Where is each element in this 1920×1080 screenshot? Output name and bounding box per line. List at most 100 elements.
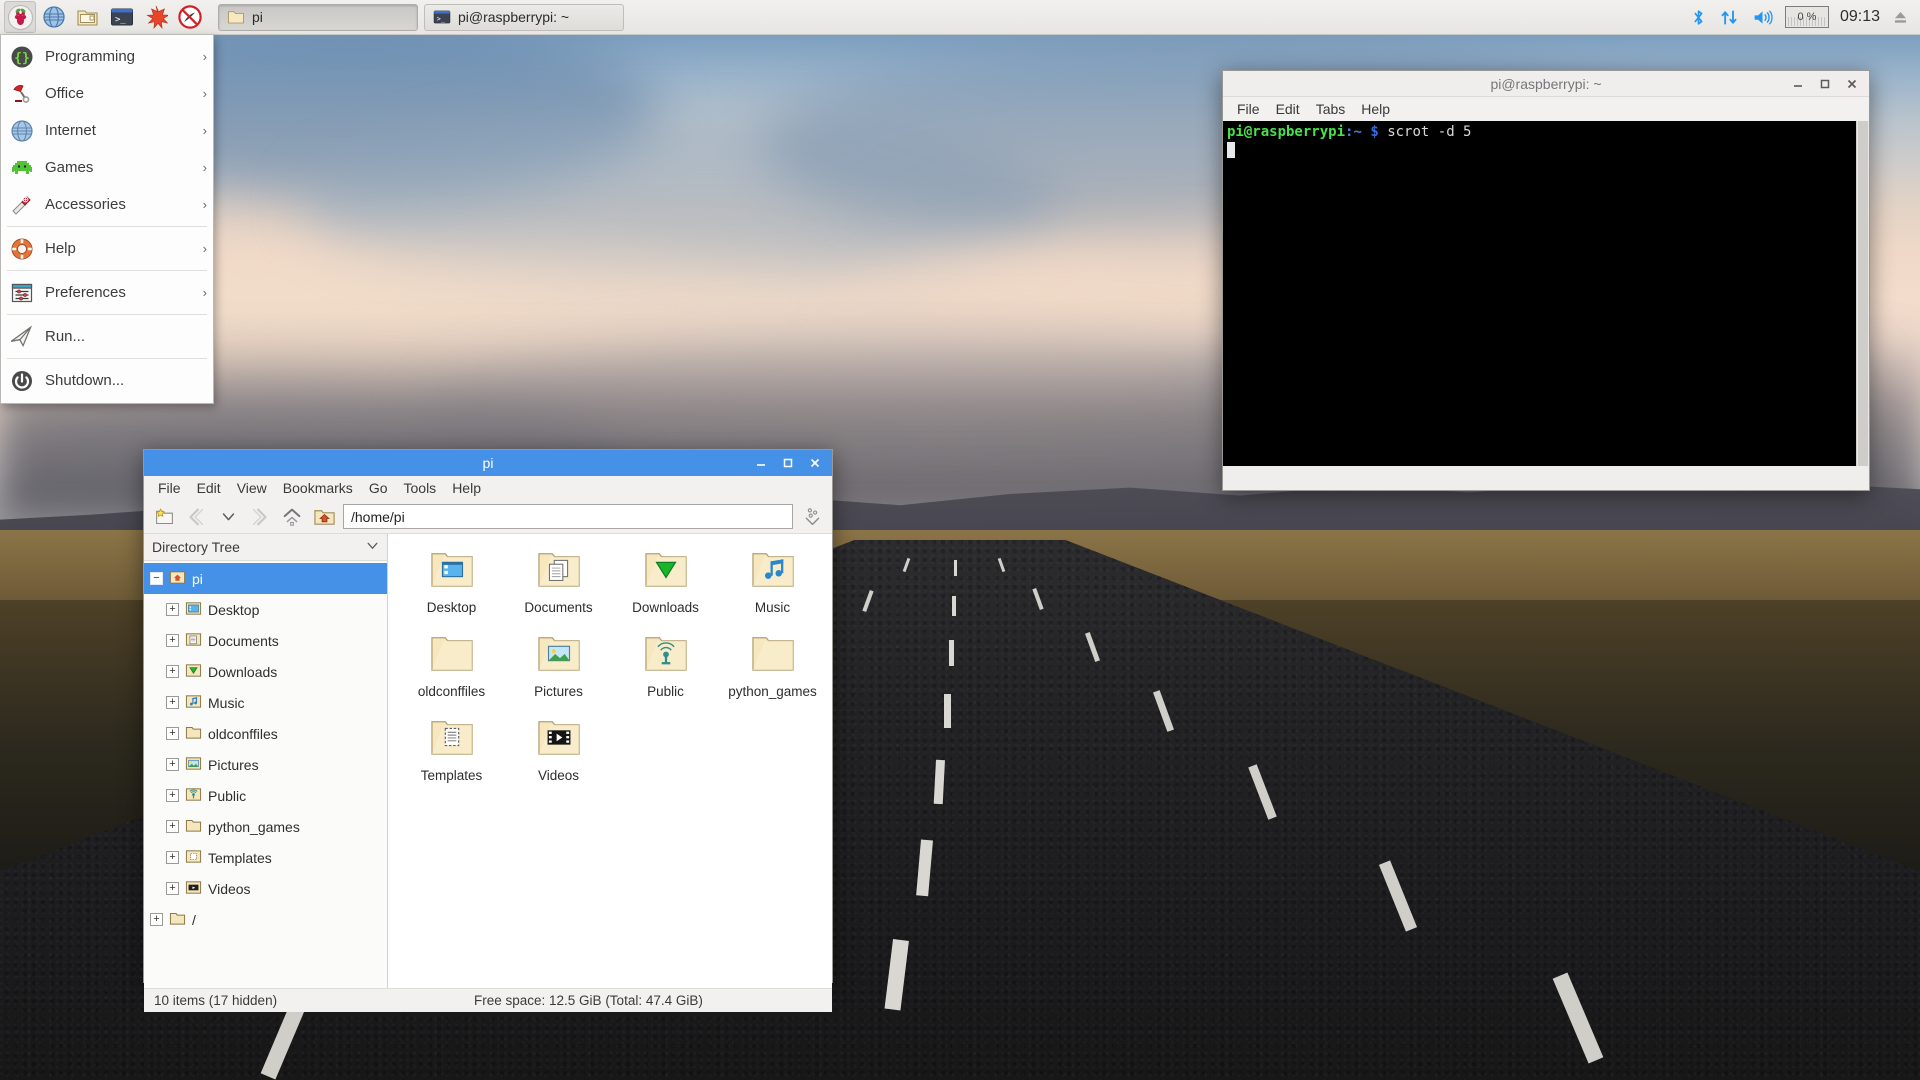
file-item-label: python_games xyxy=(728,684,817,699)
path-input[interactable]: /home/pi xyxy=(343,504,793,529)
file-item-desktop[interactable]: Desktop xyxy=(398,546,505,630)
tree-item-oldconffiles[interactable]: + oldconffiles xyxy=(144,718,387,749)
maximize-button[interactable] xyxy=(781,456,795,470)
status-item-count: 10 items (17 hidden) xyxy=(154,993,278,1008)
history-dropdown-icon[interactable] xyxy=(215,504,241,530)
go-up-icon[interactable] xyxy=(279,504,305,530)
tree-item-music[interactable]: + Music xyxy=(144,687,387,718)
tree-item-pi[interactable]: − pi xyxy=(144,563,387,594)
tree-item-pictures[interactable]: + Pictures xyxy=(144,749,387,780)
minimize-button[interactable] xyxy=(754,456,768,470)
tree-item-desktop[interactable]: + Desktop xyxy=(144,594,387,625)
public-folder-icon xyxy=(185,786,202,806)
file-item-public[interactable]: Public xyxy=(612,630,719,714)
tree-expand-toggle[interactable]: + xyxy=(166,851,179,864)
sidebar-header[interactable]: Directory Tree xyxy=(144,534,387,561)
terminal-menu-help[interactable]: Help xyxy=(1353,99,1398,119)
tree-expand-toggle[interactable]: + xyxy=(150,913,163,926)
view-options-icon[interactable] xyxy=(799,504,825,530)
public-folder-icon xyxy=(643,632,689,679)
close-button[interactable] xyxy=(808,456,822,470)
file-item-videos[interactable]: Videos xyxy=(505,714,612,798)
terminal-titlebar[interactable]: pi@raspberrypi: ~ xyxy=(1223,71,1869,97)
cpu-usage-monitor[interactable]: 0 % xyxy=(1784,6,1829,28)
new-tab-icon[interactable] xyxy=(151,504,177,530)
tree-expand-toggle[interactable]: + xyxy=(166,882,179,895)
wolfram-icon[interactable] xyxy=(174,1,206,33)
tree-item-python-games[interactable]: + python_games xyxy=(144,811,387,842)
file-item-downloads[interactable]: Downloads xyxy=(612,546,719,630)
tree-expand-toggle[interactable]: + xyxy=(166,603,179,616)
tree-item-public[interactable]: + Public xyxy=(144,780,387,811)
tree-collapse-toggle[interactable]: − xyxy=(150,572,163,585)
svg-text:{}: {} xyxy=(14,51,30,66)
tree-expand-toggle[interactable]: + xyxy=(166,696,179,709)
terminal-icon: >_ xyxy=(433,10,451,24)
fm-menu-edit[interactable]: Edit xyxy=(189,478,229,498)
terminal-screen[interactable]: pi@raspberrypi:~ $ scrot -d 5 xyxy=(1223,121,1869,466)
menu-item-help[interactable]: Help › xyxy=(1,230,213,267)
bluetooth-icon[interactable] xyxy=(1689,7,1708,28)
forward-button[interactable] xyxy=(247,504,273,530)
menu-item-programming[interactable]: {} Programming › xyxy=(1,38,213,75)
menu-item-games[interactable]: Games › xyxy=(1,149,213,186)
tree-item-downloads[interactable]: + Downloads xyxy=(144,656,387,687)
tree-expand-toggle[interactable]: + xyxy=(166,727,179,740)
chevron-down-icon[interactable] xyxy=(366,539,379,555)
web-browser-icon[interactable] xyxy=(38,1,70,33)
minimize-button[interactable] xyxy=(1791,77,1805,91)
maximize-button[interactable] xyxy=(1818,77,1832,91)
menu-item-accessories[interactable]: Accessories › xyxy=(1,186,213,223)
file-item-oldconffiles[interactable]: oldconffiles xyxy=(398,630,505,714)
menu-item-preferences[interactable]: Preferences › xyxy=(1,274,213,311)
terminal-menu-tabs[interactable]: Tabs xyxy=(1308,99,1354,119)
network-updown-icon[interactable] xyxy=(1719,7,1740,28)
menu-item-internet[interactable]: Internet › xyxy=(1,112,213,149)
raspberry-menu-icon[interactable] xyxy=(4,1,36,33)
clock[interactable]: 09:13 xyxy=(1840,8,1880,26)
file-manager-icon[interactable] xyxy=(72,1,104,33)
menu-item-office[interactable]: Office › xyxy=(1,75,213,112)
tree-item-root[interactable]: + / xyxy=(144,904,387,935)
fm-menu-help[interactable]: Help xyxy=(444,478,489,498)
file-item-python-games[interactable]: python_games xyxy=(719,630,826,714)
tree-expand-toggle[interactable]: + xyxy=(166,665,179,678)
file-item-pictures[interactable]: Pictures xyxy=(505,630,612,714)
file-item-label: oldconffiles xyxy=(417,684,486,699)
fm-menu-file[interactable]: File xyxy=(150,478,189,498)
home-icon[interactable] xyxy=(311,504,337,530)
eject-icon[interactable] xyxy=(1891,8,1910,27)
fm-menu-go[interactable]: Go xyxy=(361,478,396,498)
tree-expand-toggle[interactable]: + xyxy=(166,634,179,647)
terminal-icon[interactable]: >_ xyxy=(106,1,138,33)
task-button-terminal[interactable]: >_ pi@raspberrypi: ~ xyxy=(424,3,624,31)
file-list-panel[interactable]: Desktop Documents Downloads Music oldcon… xyxy=(388,534,832,988)
menu-item-run[interactable]: Run... xyxy=(1,318,213,355)
volume-icon[interactable] xyxy=(1751,7,1774,28)
terminal-menu-edit[interactable]: Edit xyxy=(1268,99,1308,119)
file-item-documents[interactable]: Documents xyxy=(505,546,612,630)
close-button[interactable] xyxy=(1845,77,1859,91)
tree-item-templates[interactable]: + Templates xyxy=(144,842,387,873)
mathematica-icon[interactable] xyxy=(140,1,172,33)
terminal-scrollbar-thumb[interactable] xyxy=(1858,121,1868,466)
terminal-menu-file[interactable]: File xyxy=(1229,99,1268,119)
file-item-music[interactable]: Music xyxy=(719,546,826,630)
tree-item-label: Templates xyxy=(208,849,272,866)
chevron-right-icon: › xyxy=(202,285,207,300)
back-button[interactable] xyxy=(183,504,209,530)
tree-expand-toggle[interactable]: + xyxy=(166,820,179,833)
terminal-prompt-path: ~ xyxy=(1353,124,1362,140)
menu-item-shutdown[interactable]: Shutdown... xyxy=(1,362,213,399)
file-manager-titlebar[interactable]: pi xyxy=(144,450,832,476)
tree-expand-toggle[interactable]: + xyxy=(166,758,179,771)
tree-expand-toggle[interactable]: + xyxy=(166,789,179,802)
fm-menu-tools[interactable]: Tools xyxy=(396,478,445,498)
task-button-file-manager[interactable]: pi xyxy=(218,3,418,31)
tree-item-documents[interactable]: + Documents xyxy=(144,625,387,656)
fm-menu-view[interactable]: View xyxy=(229,478,275,498)
terminal-scrollbar[interactable] xyxy=(1856,121,1869,466)
tree-item-videos[interactable]: + Videos xyxy=(144,873,387,904)
fm-menu-bookmarks[interactable]: Bookmarks xyxy=(275,478,361,498)
file-item-templates[interactable]: Templates xyxy=(398,714,505,798)
